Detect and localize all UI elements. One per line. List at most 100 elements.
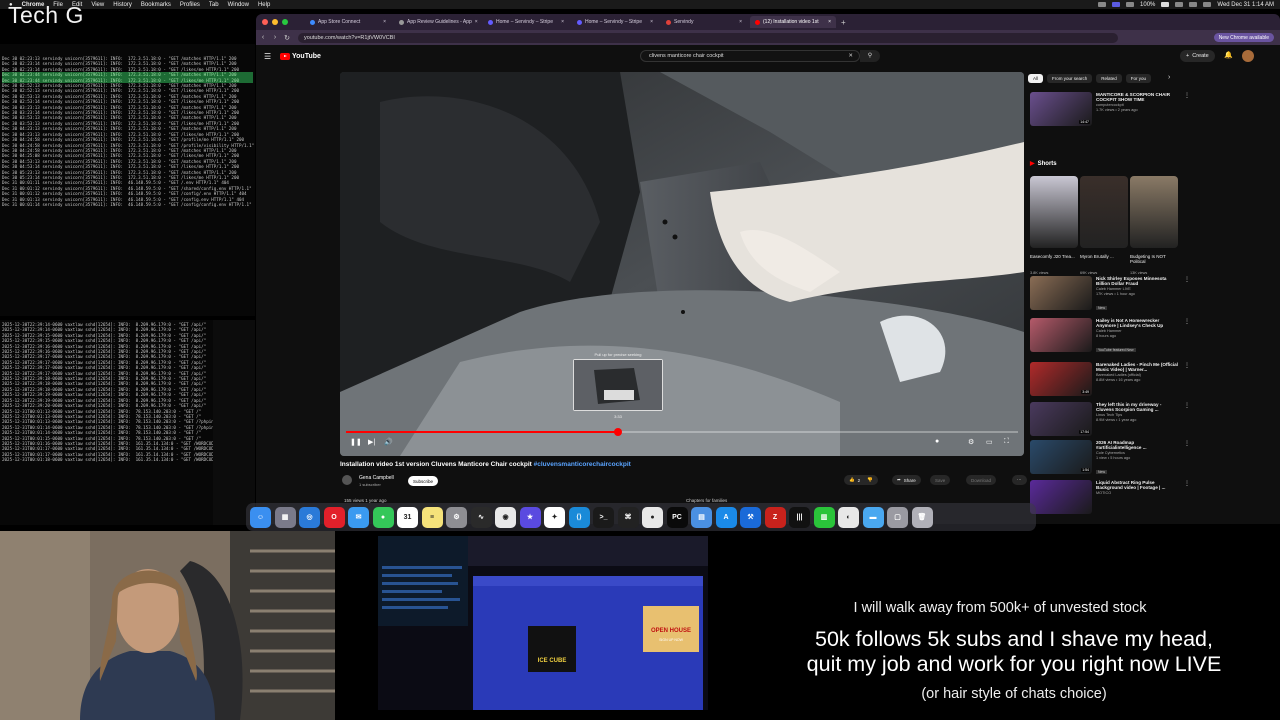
create-button[interactable]: + Create: [1180, 50, 1215, 62]
channel-name[interactable]: Gena Campbell: [359, 475, 394, 481]
thumbs-down-icon[interactable]: 👎: [867, 477, 873, 483]
back-icon[interactable]: ‹: [258, 34, 268, 41]
short-thumbnail[interactable]: [1130, 176, 1178, 248]
tab-close-icon[interactable]: ×: [828, 19, 831, 25]
ableton-icon[interactable]: |||: [789, 506, 810, 528]
recommended-video[interactable]: Nick Shirley Exposes Minnesota Billion D…: [1030, 276, 1190, 314]
video-hashtag[interactable]: #cluvensmanticorechaircockpit: [534, 461, 631, 468]
preview-icon[interactable]: ▢: [887, 506, 908, 528]
video-title[interactable]: They left this in my driveway - Cluvens …: [1096, 402, 1180, 413]
notifications-icon[interactable]: 🔔: [1224, 51, 1233, 59]
finder-icon[interactable]: ☺: [250, 506, 271, 528]
minimize-window-button[interactable]: [272, 19, 278, 25]
record-icon[interactable]: [1112, 2, 1121, 7]
fullscreen-icon[interactable]: ⛶: [1004, 438, 1009, 446]
display-icon[interactable]: [1126, 2, 1135, 7]
app-generic-icon[interactable]: ▤: [691, 506, 712, 528]
short-thumbnail[interactable]: [1030, 176, 1078, 248]
short-title[interactable]: Myron Brutally ...: [1080, 254, 1128, 259]
chips-next-icon[interactable]: ›: [1168, 74, 1170, 81]
filter-chip[interactable]: All: [1028, 74, 1044, 83]
search-button[interactable]: ⚲: [860, 50, 880, 62]
wifi-icon[interactable]: [1175, 2, 1184, 7]
search-input[interactable]: clivens manticore chair cockpit ✕: [640, 50, 860, 62]
calendar-icon[interactable]: 31: [397, 506, 418, 528]
channel-avatar[interactable]: [342, 475, 352, 485]
tab-close-icon[interactable]: ×: [650, 19, 653, 25]
recommended-video[interactable]: 14:47 MANTICORE & SCORPION CHAIR COCKPIT …: [1030, 92, 1190, 126]
control-center-icon[interactable]: [1203, 2, 1212, 7]
video-player[interactable]: Pull up for precise seeking 3:33 ❚❚ ▶| 🔊…: [340, 72, 1024, 456]
share-button[interactable]: ➦ Share: [892, 475, 921, 485]
new-chrome-badge[interactable]: New Chrome available: [1213, 33, 1274, 42]
more-options-icon[interactable]: ⋮: [1184, 318, 1190, 356]
filter-chip[interactable]: Related: [1096, 74, 1122, 83]
mail-icon[interactable]: ✉: [348, 506, 369, 528]
more-options-icon[interactable]: ⋮: [1184, 402, 1190, 436]
theater-icon[interactable]: ▭: [986, 438, 993, 446]
video-thumbnail[interactable]: 1:54: [1030, 440, 1092, 474]
forward-icon[interactable]: ›: [270, 34, 280, 41]
short-title[interactable]: Easecomfy J20 Trea...: [1030, 254, 1078, 259]
zoom-window-button[interactable]: [282, 19, 288, 25]
bookmarks-icon[interactable]: ★: [519, 506, 541, 528]
more-actions-button[interactable]: ⋯: [1012, 475, 1027, 485]
browser-tab[interactable]: Servindy ×: [661, 16, 747, 28]
xcode-icon[interactable]: ⚒: [740, 506, 761, 528]
channel-name[interactable]: MOTICO: [1096, 491, 1180, 496]
menu-view[interactable]: View: [91, 2, 104, 8]
download-button[interactable]: Download: [966, 475, 997, 485]
video-thumbnail[interactable]: [1030, 318, 1092, 352]
notes-icon[interactable]: ≡: [421, 506, 443, 528]
folder-icon[interactable]: ▬: [862, 506, 884, 528]
video-thumbnail[interactable]: 3:49: [1030, 362, 1092, 396]
pycharm-icon[interactable]: PC: [666, 506, 688, 528]
more-options-icon[interactable]: ⋮: [1184, 92, 1190, 126]
next-icon[interactable]: ▶|: [368, 438, 375, 446]
video-thumbnail[interactable]: [1030, 276, 1092, 310]
trash-icon[interactable]: 🗑: [911, 506, 933, 528]
tab-close-icon[interactable]: ×: [475, 19, 478, 25]
more-options-icon[interactable]: ⋮: [1184, 276, 1190, 314]
browser-tab[interactable]: (12) Installation video 1st ×: [750, 16, 836, 28]
settings-icon[interactable]: ⚙: [968, 438, 974, 446]
video-thumbnail[interactable]: 14:47: [1030, 92, 1092, 126]
clear-search-icon[interactable]: ✕: [848, 53, 853, 59]
browser-icon[interactable]: ◐: [838, 506, 859, 528]
menu-tab[interactable]: Tab: [209, 2, 219, 8]
more-options-icon[interactable]: ⋮: [1184, 480, 1190, 514]
browser-tab[interactable]: Home – Servindy – Stripe ×: [483, 16, 569, 28]
activity-monitor-icon[interactable]: ∿: [470, 506, 492, 528]
terminal-server-log[interactable]: Dec 30 02:23:13 servindy unicorn[3579611…: [0, 44, 255, 316]
tab-close-icon[interactable]: ×: [561, 19, 564, 25]
vscode-icon[interactable]: ⟨⟩: [568, 506, 590, 528]
settings-icon[interactable]: ⚙: [446, 506, 467, 528]
subscribe-button[interactable]: Subscribe: [408, 476, 439, 486]
account-avatar[interactable]: [1242, 50, 1254, 62]
tab-close-icon[interactable]: ×: [739, 19, 742, 25]
new-tab-button[interactable]: +: [841, 18, 846, 27]
reload-icon[interactable]: ↻: [282, 34, 292, 42]
video-thumbnail[interactable]: 17:54: [1030, 402, 1092, 436]
dropbox-icon[interactable]: [1098, 2, 1107, 7]
chrome-icon[interactable]: ◉: [495, 506, 516, 528]
recommended-video[interactable]: Liquid Abstract Ring Pulse Background vi…: [1030, 480, 1190, 514]
recommended-video[interactable]: 1:54 2026 AI Roadmap #artificialintellige…: [1030, 440, 1190, 478]
video-thumbnail[interactable]: [1030, 480, 1092, 514]
browser-tab[interactable]: App Store Connect ×: [305, 16, 391, 28]
more-options-icon[interactable]: ⋮: [1184, 362, 1190, 396]
menu-profiles[interactable]: Profiles: [180, 2, 200, 8]
video-title[interactable]: MANTICORE & SCORPION CHAIR COCKPIT SHOW …: [1096, 92, 1180, 103]
browser-tab[interactable]: Home – Servindy – Stripe ×: [572, 16, 658, 28]
menu-history[interactable]: History: [113, 2, 132, 8]
launchpad-icon[interactable]: ▦: [274, 506, 296, 528]
more-options-icon[interactable]: ⋮: [1184, 440, 1190, 478]
github-icon[interactable]: ●: [642, 506, 663, 528]
openai-icon[interactable]: ⌘: [617, 506, 639, 528]
numbers-icon[interactable]: ▥: [813, 506, 835, 528]
like-button[interactable]: 👍 2 👎: [844, 475, 878, 485]
opera-icon[interactable]: O: [323, 506, 345, 528]
autoplay-toggle[interactable]: ●: [935, 438, 939, 445]
search-icon[interactable]: [1189, 2, 1198, 7]
messages-icon[interactable]: ●: [372, 506, 394, 528]
